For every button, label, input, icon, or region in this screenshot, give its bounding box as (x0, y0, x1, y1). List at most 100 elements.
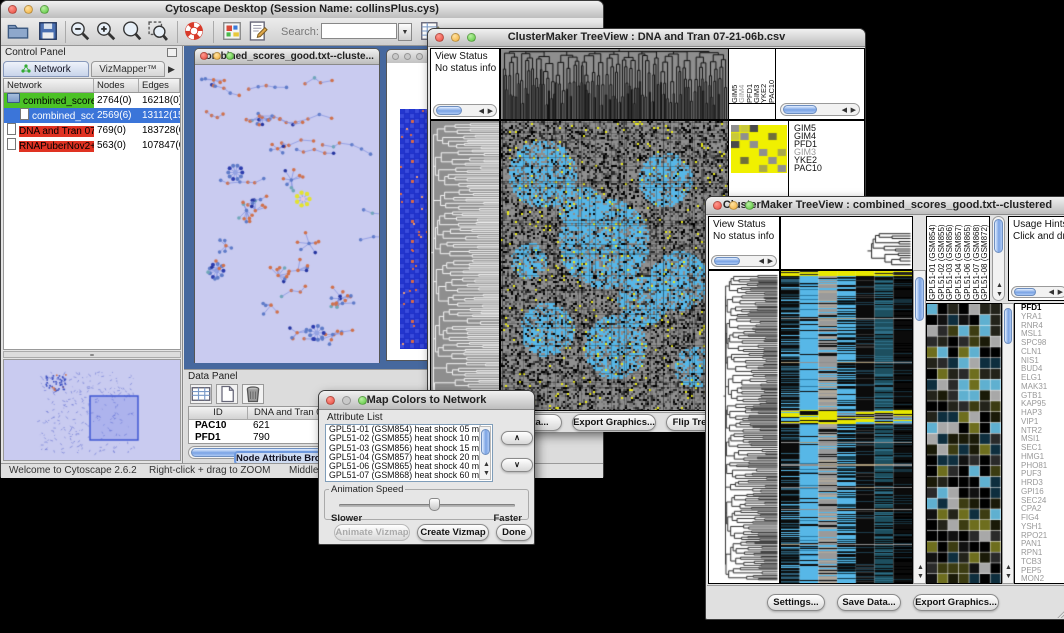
treeview2-window: ClusterMaker TreeView : combined_scores_… (705, 196, 1064, 620)
help-lifering-icon[interactable] (183, 20, 207, 44)
zoom-button[interactable] (40, 5, 49, 14)
labels-scrollbar[interactable]: ◀▶ (780, 103, 860, 116)
view-status-scrollbar[interactable]: ◀▶ (433, 104, 497, 117)
minimize-button[interactable] (342, 396, 351, 405)
new-page-icon[interactable] (216, 384, 238, 404)
zoom-button[interactable] (467, 33, 476, 42)
close-button[interactable] (713, 201, 722, 210)
cytoscape-titlebar[interactable]: Cytoscape Desktop (Session Name: collins… (1, 1, 603, 19)
top-right-panel: ◀▶ (775, 48, 865, 120)
settings-button[interactable]: Settings... (767, 594, 825, 611)
treeview2-titlebar[interactable]: ClusterMaker TreeView : combined_scores_… (706, 197, 1064, 215)
annotation-icon[interactable] (247, 20, 271, 44)
column-label: YKE2 (760, 49, 767, 103)
gene-label[interactable]: PAC10 (791, 164, 861, 172)
speed-slider-track[interactable] (339, 504, 515, 507)
animate-vizmap-button[interactable]: Animate Vizmap (334, 524, 410, 541)
view-status-scrollbar[interactable]: ◀▶ (711, 255, 777, 267)
treeview1-titlebar[interactable]: ClusterMaker TreeView : DNA and Tran 07-… (428, 29, 865, 47)
row-dendrogram-panel[interactable] (708, 270, 780, 584)
zoom-button[interactable] (745, 201, 754, 210)
view-status-panel: View Status No status info ◀▶ (708, 216, 780, 270)
close-button[interactable] (326, 396, 335, 405)
attribute-list: GPL51-01 (GSM854) heat shock 05 minGPL51… (325, 424, 493, 482)
column-header-id[interactable]: ID (189, 407, 248, 419)
create-vizmap-button[interactable]: Create Vizmap (417, 524, 489, 541)
minimize-button[interactable] (24, 5, 33, 14)
zoom-out-icon[interactable] (69, 20, 93, 44)
network-list-row[interactable]: combined_scores2764(0)16218(0) (4, 93, 180, 108)
column-label: GPL51-08 (GSM872) (980, 217, 989, 300)
column-labels-scrollbar[interactable]: ▲▼ (992, 216, 1005, 301)
usage-hints-panel: Usage Hints Click and drag ◀▶ (1008, 216, 1064, 301)
heatmap-scrollbar[interactable]: ▲▼ (913, 270, 926, 584)
minimize-button[interactable] (451, 33, 460, 42)
dialog-titlebar[interactable]: Map Colors to Network (319, 391, 534, 410)
tab-vizmapper[interactable]: VizMapper™ (91, 61, 165, 77)
search-input[interactable] (321, 23, 397, 39)
vizmap-icon[interactable] (221, 20, 245, 44)
float-panel-icon[interactable] (167, 48, 177, 57)
open-icon[interactable] (7, 20, 31, 44)
minimize-button[interactable] (404, 53, 411, 60)
minimize-button[interactable] (729, 201, 738, 210)
birdseye-view[interactable] (3, 359, 181, 461)
zoom-selected-icon[interactable] (147, 20, 171, 44)
save-data-button[interactable]: Save Data... (837, 594, 901, 611)
network-list-row[interactable]: DNA and Tran 07769(0)183728(0) (4, 123, 180, 138)
desktop: Cytoscape Desktop (Session Name: collins… (0, 0, 1064, 633)
move-down-button[interactable]: ∨ (501, 458, 533, 472)
network-list-row[interactable]: combined_sco2569(6)13112(15) (4, 108, 180, 123)
column-label: GPL51-06 (GSM865) (963, 217, 972, 300)
network-canvas[interactable] (195, 65, 379, 363)
column-label: PAC10 (768, 49, 775, 103)
resize-grip[interactable] (1056, 606, 1064, 618)
column-dendrogram-panel[interactable] (500, 48, 729, 120)
close-button[interactable] (200, 52, 208, 60)
export-graphics-button[interactable]: Export Graphics... (913, 594, 999, 611)
tab-overflow-icon[interactable]: ▶ (168, 64, 175, 75)
zoom-fit-icon[interactable] (121, 20, 145, 44)
speed-slider-thumb[interactable] (429, 498, 440, 511)
close-button[interactable] (8, 5, 17, 14)
save-icon[interactable] (37, 20, 61, 44)
usage-hints-scrollbar[interactable]: ◀▶ (1011, 286, 1064, 298)
table-grid-icon[interactable] (190, 384, 212, 404)
heatmap-panel[interactable] (780, 270, 913, 584)
close-button[interactable] (392, 53, 399, 60)
view-status-title: View Status (431, 49, 499, 63)
minimize-button[interactable] (213, 52, 221, 60)
panel-divider[interactable] (3, 351, 181, 358)
search-dropdown-icon[interactable]: ▼ (398, 23, 412, 41)
zoom-button[interactable] (358, 396, 367, 405)
row-dendrogram-panel[interactable] (430, 120, 500, 411)
folder-icon (7, 93, 20, 103)
treeview1-title: ClusterMaker TreeView : DNA and Tran 07-… (508, 31, 786, 43)
gene-label[interactable]: MON2 (1018, 575, 1064, 584)
move-up-button[interactable]: ∧ (501, 431, 533, 445)
network-view-window[interactable]: combined_scores_good.txt--cluste... (194, 48, 380, 363)
zoom-button[interactable] (416, 53, 423, 60)
treeview2-title: ClusterMaker TreeView : combined_scores_… (723, 199, 1052, 211)
close-button[interactable] (435, 33, 444, 42)
slower-label: Slower (331, 513, 362, 524)
network-list-row[interactable]: RNAPuberNov2+563(0)107847(0) (4, 138, 180, 153)
column-dendrogram-panel[interactable] (780, 216, 913, 270)
zoom-in-icon[interactable] (95, 20, 119, 44)
usage-hints-title: Usage Hints (1009, 217, 1064, 231)
view-status-text: No status info f (431, 63, 499, 75)
attribute-list-item[interactable]: GPL51-07 (GSM868) heat shock 60 min (326, 471, 478, 480)
view-status-text: No status info (709, 231, 779, 243)
column-label: GPL51-01 (GSM854) (928, 217, 937, 300)
zoom-button[interactable] (226, 52, 234, 60)
attribute-list-scrollbar[interactable]: ▲▼ (479, 426, 491, 480)
trash-icon[interactable] (242, 384, 264, 404)
tab-network[interactable]: Network (3, 61, 89, 77)
export-graphics-button[interactable]: Export Graphics... (572, 414, 656, 431)
gene-list-scrollbar[interactable]: ▲▼ (1002, 303, 1014, 584)
heatmap-panel[interactable] (500, 120, 729, 411)
network-view-titlebar[interactable]: combined_scores_good.txt--cluste... (195, 49, 379, 65)
zoom-heatmap-panel[interactable] (926, 303, 1002, 584)
done-button[interactable]: Done (496, 524, 532, 541)
column-label: PFD1 (746, 49, 753, 103)
